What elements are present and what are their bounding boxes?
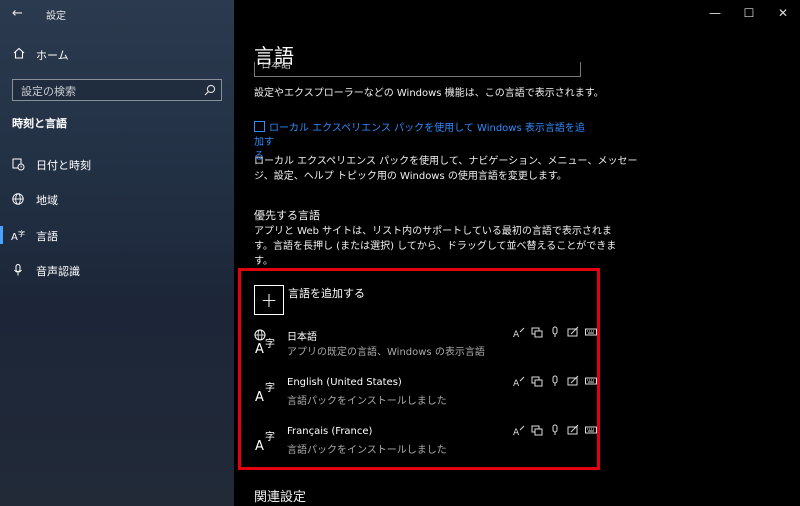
display-language-description: 設定やエクスプローラーなどの Windows 機能は、この言語で表示されます。 — [254, 88, 604, 99]
language-status: 言語パックをインストールしました — [287, 396, 447, 407]
language-status: アプリの既定の言語、Windows の表示言語 — [287, 347, 485, 358]
handwriting-icon — [566, 326, 580, 338]
text-input-icon: A — [512, 424, 526, 436]
speech-icon — [548, 375, 562, 387]
lxp-description-line2: ジ、設定、ヘルプ トピック用の Windows の使用言語を変更します。 — [254, 171, 567, 182]
microphone-icon — [10, 262, 26, 278]
keyboard-icon — [584, 424, 598, 436]
nav-home-label: ホーム — [36, 49, 69, 62]
speech-icon — [548, 326, 562, 338]
maximize-icon[interactable]: ☐ — [732, 0, 766, 26]
display-language-icon — [530, 375, 544, 387]
main-panel: — ☐ ✕ 言語 日本語 設定やエクスプローラーなどの Windows 機能は、… — [234, 0, 800, 506]
search-input[interactable]: 設定の検索 — [12, 79, 222, 101]
dropdown-value: 日本語 — [261, 62, 291, 71]
svg-text:A: A — [513, 379, 520, 387]
svg-text:字: 字 — [265, 337, 275, 350]
language-item-ja[interactable]: A字 日本語 アプリの既定の言語、Windows の表示言語 A — [254, 326, 597, 370]
feature-icons: A — [512, 424, 598, 436]
sidebar-item-date-time[interactable]: 日付と時刻 — [0, 152, 234, 176]
search-icon[interactable] — [203, 82, 217, 96]
svg-text:字: 字 — [265, 381, 275, 394]
calendar-clock-icon — [10, 156, 26, 172]
sidebar-item-label: 音声認識 — [36, 265, 80, 278]
svg-text:A: A — [255, 390, 264, 405]
nav-home[interactable]: ホーム — [0, 42, 234, 66]
language-name: English (United States) — [287, 377, 402, 388]
keyboard-icon — [584, 326, 598, 338]
svg-text:字: 字 — [265, 430, 275, 443]
minimize-icon[interactable]: — — [698, 0, 732, 26]
lxp-description-line1: ローカル エクスペリエンス パックを使用して、ナビゲーション、メニュー、メッセー — [254, 156, 638, 167]
handwriting-icon — [566, 424, 580, 436]
sidebar-item-speech[interactable]: 音声認識 — [0, 258, 234, 282]
preferred-languages-heading: 優先する言語 — [254, 209, 320, 222]
handwriting-icon — [566, 375, 580, 387]
sidebar-item-language[interactable]: A字 言語 — [0, 223, 234, 247]
svg-text:A: A — [513, 330, 520, 338]
language-pack-icon: A字 — [254, 377, 278, 407]
home-icon — [12, 46, 26, 64]
preferred-description-line2: す。言語を長押し (または選択) してから、ドラッグして並べ替えることができま — [254, 241, 617, 252]
language-pack-icon: A字 — [254, 426, 278, 456]
svg-text:A: A — [513, 428, 520, 436]
language-item-fr-fr[interactable]: A字 Français (France) 言語パックをインストールしました A — [254, 424, 597, 468]
preferred-description-line3: す。 — [254, 256, 273, 267]
text-input-icon: A — [512, 326, 526, 338]
sidebar-item-region[interactable]: 地域 — [0, 187, 234, 211]
speech-icon — [548, 424, 562, 436]
display-language-icon — [530, 326, 544, 338]
sidebar-item-label: 地域 — [36, 194, 58, 207]
titlebar: ← 設定 — [0, 0, 234, 28]
text-input-icon: A — [512, 375, 526, 387]
store-icon — [254, 121, 265, 132]
keyboard-icon — [584, 375, 598, 387]
svg-text:A: A — [255, 439, 264, 454]
window-controls: — ☐ ✕ — [698, 0, 800, 26]
language-name: Français (France) — [287, 426, 373, 437]
svg-text:A: A — [11, 232, 18, 242]
add-language-label: 言語を追加する — [288, 287, 365, 300]
display-language-dropdown[interactable]: 日本語 — [254, 62, 581, 77]
language-icon: A字 — [10, 227, 26, 243]
sidebar: ← 設定 ホーム 設定の検索 時刻と言語 日付と時刻 地域 A字 言語 音声認識 — [0, 0, 234, 506]
back-arrow-icon[interactable]: ← — [12, 6, 23, 21]
feature-icons: A — [512, 326, 598, 338]
section-title: 時刻と言語 — [12, 117, 67, 130]
related-settings-heading: 関連設定 — [254, 490, 307, 505]
language-status: 言語パックをインストールしました — [287, 445, 447, 456]
svg-text:字: 字 — [18, 229, 25, 238]
preferred-description-line1: アプリと Web サイトは、リスト内のサポートしている最初の言語で表示されま — [254, 226, 612, 237]
language-globe-icon: A字 — [254, 328, 278, 358]
search-placeholder: 設定の検索 — [21, 85, 76, 98]
close-icon[interactable]: ✕ — [766, 0, 800, 26]
sidebar-item-label: 言語 — [36, 230, 58, 243]
sidebar-item-label: 日付と時刻 — [36, 159, 91, 172]
display-language-icon — [530, 424, 544, 436]
feature-icons: A — [512, 375, 598, 387]
language-item-en-us[interactable]: A字 English (United States) 言語パックをインストールし… — [254, 375, 597, 419]
svg-text:A: A — [255, 342, 264, 357]
link-line1: ローカル エクスペリエンス パックを使用して Windows 表示言語を追加す — [254, 123, 585, 148]
app-title: 設定 — [46, 11, 66, 22]
language-name: 日本語 — [287, 332, 317, 343]
plus-icon: + — [254, 285, 284, 315]
globe-icon — [10, 191, 26, 207]
